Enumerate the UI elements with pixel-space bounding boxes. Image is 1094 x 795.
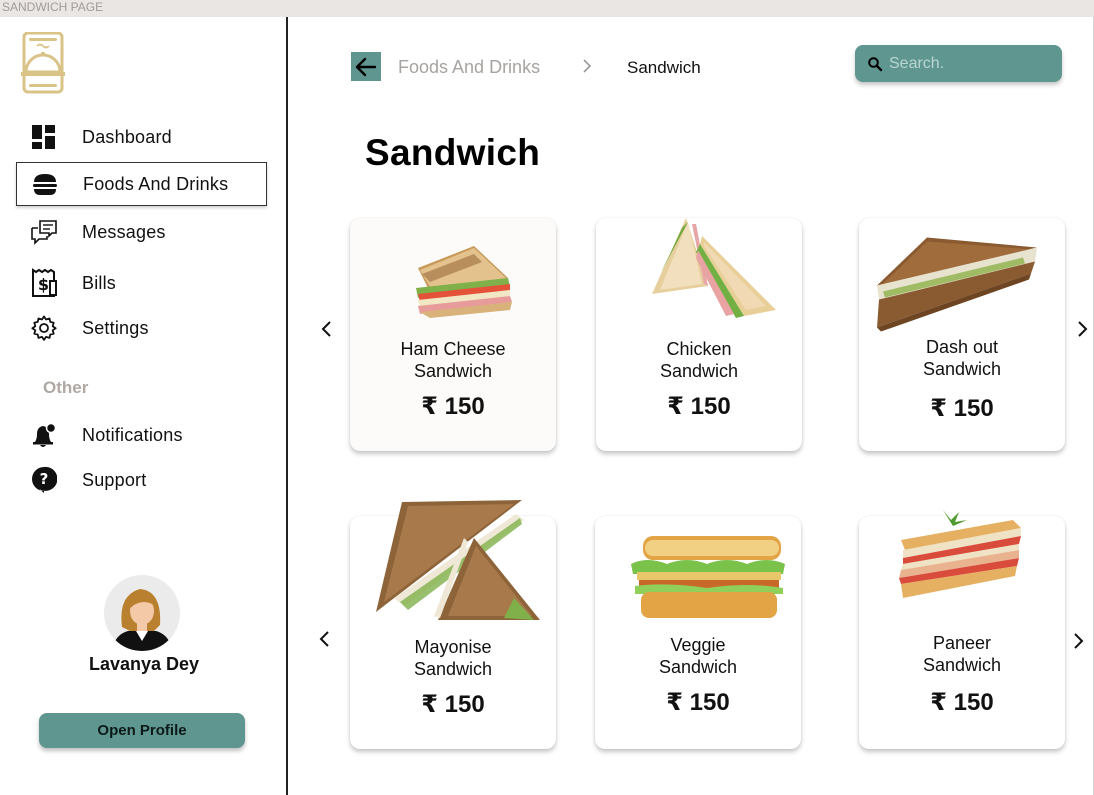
product-card-paneer[interactable]: Paneer Sandwich ₹ 150 (859, 510, 1065, 749)
product-name: Mayonise Sandwich (413, 637, 493, 679)
chevron-right-icon (583, 59, 592, 73)
window-title: SANDWICH PAGE (2, 0, 104, 14)
product-name: Chicken Sandwich (659, 339, 739, 381)
search-icon (868, 57, 883, 72)
product-name: Veggie Sandwich (658, 635, 738, 677)
carousel-next-icon[interactable] (1071, 632, 1085, 650)
search-input[interactable] (889, 51, 1049, 77)
sidebar-item-support[interactable]: ? Support (16, 458, 267, 502)
carousel-prev-icon[interactable] (320, 320, 334, 338)
sidebar-item-label: Foods And Drinks (83, 173, 229, 194)
open-profile-button[interactable]: Open Profile (39, 713, 245, 748)
bill-icon: $ (30, 268, 58, 297)
sidebar-item-label: Dashboard (82, 126, 172, 147)
sidebar-item-notifications[interactable]: Notifications (16, 413, 267, 457)
sidebar-item-foods-and-drinks[interactable]: Foods And Drinks (16, 162, 267, 206)
sandwich-image (899, 510, 1021, 598)
sidebar-item-dashboard[interactable]: Dashboard (16, 115, 267, 159)
product-price: ₹ 150 (930, 395, 994, 422)
sidebar-section-other: Other (43, 378, 89, 397)
sidebar-divider (286, 17, 288, 795)
arrow-left-icon (355, 57, 377, 76)
avatar[interactable] (104, 575, 180, 651)
app-logo-icon (21, 32, 65, 94)
svg-text:?: ? (40, 470, 49, 488)
burger-icon (31, 170, 59, 198)
svg-text:$: $ (38, 275, 49, 294)
product-name: Dash out Sandwich (922, 337, 1002, 379)
breadcrumb-current: Sandwich (627, 58, 701, 77)
dashboard-icon (30, 123, 58, 151)
product-price: ₹ 150 (666, 689, 730, 716)
help-icon: ? (30, 466, 58, 494)
sandwich-image (416, 246, 512, 318)
sidebar-item-label: Notifications (82, 424, 183, 445)
search-box[interactable] (855, 45, 1062, 82)
product-price: ₹ 150 (421, 691, 485, 718)
product-card-ham-cheese[interactable]: Ham Cheese Sandwich ₹ 150 (350, 218, 556, 451)
user-avatar-icon (112, 589, 172, 651)
sidebar-item-label: Bills (82, 272, 117, 293)
product-price: ₹ 150 (930, 689, 994, 716)
sidebar-item-label: Settings (82, 317, 149, 338)
product-price: ₹ 150 (667, 393, 731, 420)
sandwich-image (652, 218, 776, 318)
product-name: Ham Cheese Sandwich (400, 339, 506, 381)
sidebar-item-messages[interactable]: Messages (16, 210, 267, 254)
carousel-prev-icon[interactable] (318, 630, 332, 648)
product-card-chicken[interactable]: Chicken Sandwich ₹ 150 (596, 218, 802, 451)
carousel-next-icon[interactable] (1075, 320, 1089, 338)
sidebar-item-bills[interactable]: $ Bills (16, 261, 267, 305)
product-card-mayonise[interactable]: Mayonise Sandwich ₹ 150 (350, 500, 556, 749)
gear-icon (30, 314, 58, 342)
back-button[interactable] (351, 52, 381, 81)
messages-icon (30, 218, 58, 246)
sandwich-image (376, 500, 540, 620)
breadcrumb-foods-and-drinks[interactable]: Foods And Drinks (398, 57, 540, 78)
product-name: Paneer Sandwich (922, 633, 1002, 675)
product-card-dash-out[interactable]: Dash out Sandwich ₹ 150 (859, 218, 1065, 451)
product-card-veggie[interactable]: Veggie Sandwich ₹ 150 (595, 516, 801, 749)
sidebar-item-settings[interactable]: Settings (16, 306, 267, 350)
sandwich-image (631, 536, 785, 618)
window-titlebar: SANDWICH PAGE (0, 0, 1094, 17)
sandwich-image (877, 237, 1037, 332)
bell-icon (30, 421, 58, 449)
user-name: Lavanya Dey (88, 654, 200, 674)
sidebar-item-label: Messages (82, 221, 166, 242)
page-title: Sandwich (365, 132, 541, 173)
product-price: ₹ 150 (421, 393, 485, 420)
sidebar-item-label: Support (82, 469, 147, 490)
